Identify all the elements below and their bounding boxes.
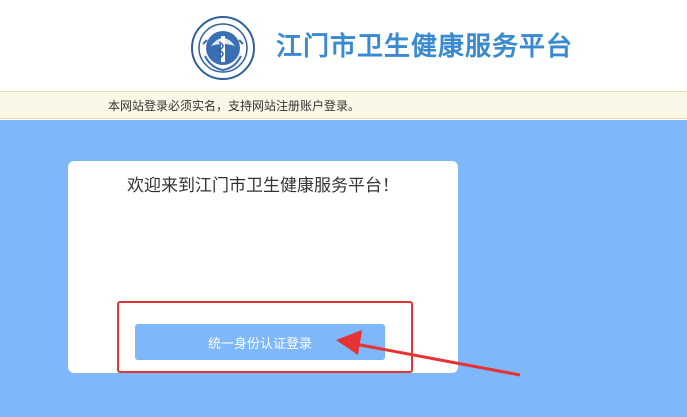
header: 江门市卫生健康服务平台 [0,0,687,90]
main-area: 欢迎来到江门市卫生健康服务平台！ 统一身份认证登录 [0,120,687,417]
login-card: 欢迎来到江门市卫生健康服务平台！ 统一身份认证登录 [68,161,458,373]
notice-text: 本网站登录必须实名，支持网站注册账户登录。 [108,99,361,113]
welcome-text: 欢迎来到江门市卫生健康服务平台！ [127,176,399,196]
health-emblem-icon [191,16,255,80]
site-title: 江门市卫生健康服务平台 [276,32,574,62]
notice-bar: 本网站登录必须实名，支持网站注册账户登录。 [0,91,687,119]
unified-login-button[interactable]: 统一身份认证登录 [135,324,385,360]
